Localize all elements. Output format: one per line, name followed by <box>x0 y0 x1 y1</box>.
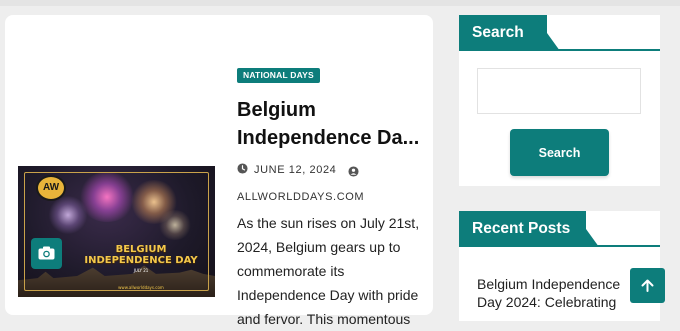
clock-icon <box>237 163 248 178</box>
scroll-to-top-button[interactable] <box>630 268 665 303</box>
search-widget-header: Search <box>459 15 660 51</box>
header-rule <box>459 49 660 51</box>
thumbnail-url: www.allworlddays.com <box>118 285 164 290</box>
site-logo: AW <box>36 175 66 201</box>
chevron-up-icon <box>641 279 654 292</box>
search-widget: Search Search <box>459 15 660 186</box>
post-card: AW BELGIUM INDEPENDENCE DAY JULY 21 www.… <box>5 15 433 327</box>
recent-post-link[interactable]: Belgium Independence Day 2024: Celebrati… <box>477 275 637 311</box>
thumbnail-title-line2: INDEPENDENCE DAY <box>84 255 198 266</box>
header-rule <box>459 245 660 247</box>
search-widget-title: Search <box>459 15 547 51</box>
recent-posts-widget: Recent Posts Belgium Independence Day 20… <box>459 211 660 321</box>
search-button[interactable]: Search <box>510 129 609 176</box>
post-author[interactable]: ALLWORLDDAYS.COM <box>237 190 364 204</box>
post-date-text: JUNE 12, 2024 <box>254 164 337 176</box>
post-thumbnail[interactable]: AW BELGIUM INDEPENDENCE DAY JULY 21 www.… <box>18 166 215 297</box>
top-bar <box>0 0 680 6</box>
thumbnail-title-line1: BELGIUM <box>115 244 167 255</box>
post-title[interactable]: Belgium Independence Da... <box>237 96 427 152</box>
post-excerpt: As the sun rises on July 21st, 2024, Bel… <box>237 215 420 327</box>
camera-icon <box>38 246 55 260</box>
recent-posts-header: Recent Posts <box>459 211 660 247</box>
camera-button[interactable] <box>31 238 62 269</box>
category-badge[interactable]: NATIONAL DAYS <box>237 68 320 83</box>
post-date[interactable]: JUNE 12, 2024 <box>237 163 336 177</box>
thumbnail-date: JULY 21 <box>133 268 149 273</box>
thumbnail-title: BELGIUM INDEPENDENCE DAY <box>76 244 206 266</box>
recent-posts-title: Recent Posts <box>459 211 586 247</box>
user-icon <box>348 164 359 182</box>
search-input[interactable] <box>477 68 641 114</box>
